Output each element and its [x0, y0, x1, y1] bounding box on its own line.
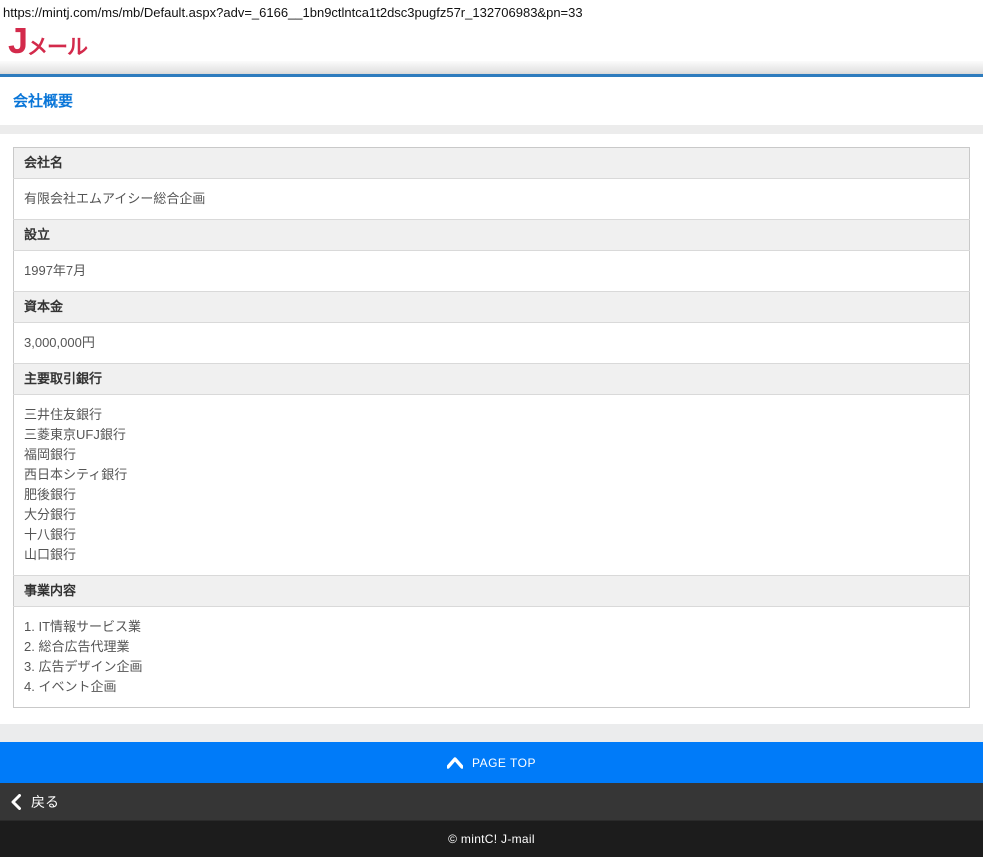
spacer: [0, 134, 983, 147]
table-value-line: 三菱東京UFJ銀行: [24, 427, 126, 442]
page-top-button[interactable]: PAGE TOP: [0, 742, 983, 783]
header: J メール: [0, 23, 983, 61]
table-row-label: 事業内容: [13, 575, 970, 607]
table-row-label: 資本金: [13, 291, 970, 323]
spacer: [0, 708, 983, 724]
table-value-line: 三井住友銀行: [24, 407, 103, 422]
header-gradient-strip: [0, 61, 983, 74]
table-row-value: 有限会社エムアイシー総合企画: [13, 178, 970, 220]
jmail-logo-text: メール: [27, 36, 88, 59]
table-header-row: 事業内容: [13, 575, 970, 607]
table-value-line: 大分銀行: [24, 507, 77, 522]
table-row-label: 設立: [13, 219, 970, 251]
table-value-row: 3,000,000円: [13, 322, 970, 364]
table-row-label: 会社名: [13, 147, 970, 179]
table-value-line: 2. 総合広告代理業: [24, 639, 130, 654]
company-overview-table: 会社名 有限会社エムアイシー総合企画 設立 1997年7月 資本金 3,000,000円主…: [13, 147, 970, 708]
table-value-row: 1. IT情報サービス業 2. 総合広告代理業 3. 広告デザイン企画 4. イベント…: [13, 606, 970, 708]
footer: © mintC! J-mail: [0, 821, 983, 857]
table-header-row: 資本金: [13, 291, 970, 323]
page-url-text: https://mintj.com/ms/mb/Default.aspx?adv…: [3, 5, 583, 20]
table-header-row: 会社名: [13, 147, 970, 179]
table-value-line: 1. IT情報サービス業: [24, 619, 142, 634]
chevron-left-icon: [11, 793, 21, 810]
back-button[interactable]: 戻る: [0, 783, 983, 821]
table-value-line: 3. 広告デザイン企画: [24, 659, 143, 674]
company-table-wrapper: 会社名 有限会社エムアイシー総合企画 設立 1997年7月 資本金 3,000,000円主…: [0, 147, 983, 708]
table-header-row: 設立: [13, 219, 970, 251]
table-row-value: 1997年7月: [13, 250, 970, 292]
table-value-line: 肥後銀行: [24, 487, 77, 502]
copyright-text: © mintC! J-mail: [448, 832, 535, 846]
table-value-row: 1997年7月: [13, 250, 970, 292]
table-value-row: 三井住友銀行三菱東京UFJ銀行 福岡銀行西日本シティ銀行 肥後銀行大分銀行十八銀行山…: [13, 394, 970, 576]
page-top-label: PAGE TOP: [471, 755, 537, 770]
table-row-label: 主要取引銀行: [13, 363, 970, 395]
table-value-line: 山口銀行: [24, 547, 77, 562]
table-value-line: 4. イベント企画: [24, 679, 117, 694]
title-section: 会社概要: [0, 77, 983, 125]
chevron-up-icon: [446, 756, 463, 769]
table-value-row: 有限会社エムアイシー総合企画: [13, 178, 970, 220]
table-row-value: 1. IT情報サービス業 2. 総合広告代理業 3. 広告デザイン企画 4. イベント…: [13, 606, 970, 708]
table-value-line: 西日本シティ銀行: [24, 467, 128, 482]
table-value-line: 福岡銀行: [24, 447, 77, 462]
table-row-value: 三井住友銀行三菱東京UFJ銀行 福岡銀行西日本シティ銀行 肥後銀行大分銀行十八銀行山…: [13, 394, 970, 576]
back-button-label: 戻る: [31, 793, 59, 810]
section-divider-top: [0, 125, 983, 134]
section-divider-bottom: [0, 724, 983, 742]
page-title: 会社概要: [13, 93, 74, 110]
table-row-value: 3,000,000円: [13, 322, 970, 364]
table-header-row: 主要取引銀行: [13, 363, 970, 395]
jmail-logo-j: J: [8, 20, 28, 61]
table-value-line: 十八銀行: [24, 527, 77, 542]
jmail-logo[interactable]: J メール: [8, 20, 88, 61]
